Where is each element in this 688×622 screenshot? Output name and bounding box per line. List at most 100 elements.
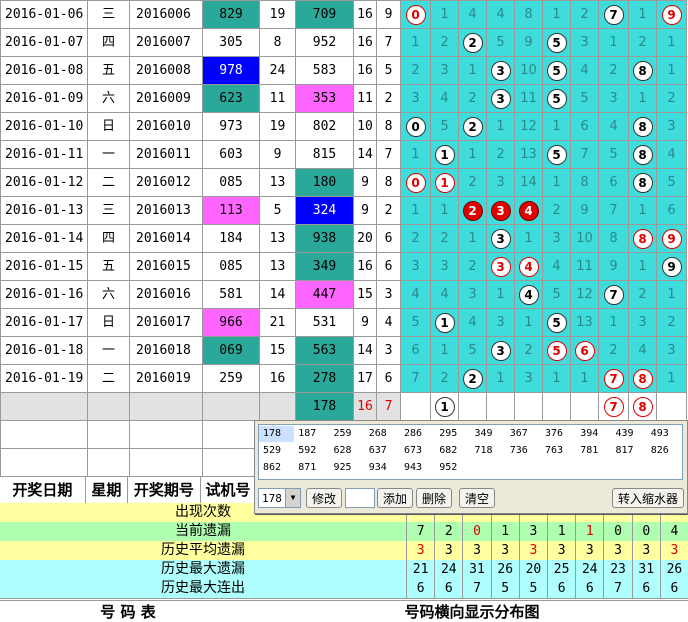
list-item[interactable]: 187 (294, 426, 329, 442)
list-item[interactable]: 862 (259, 460, 294, 476)
list-item[interactable]: 781 (576, 443, 611, 459)
list-item[interactable]: 763 (541, 443, 576, 459)
table-row[interactable]: 2016-01-11 一 2016011 603 9 815 14 7 1 1 1 2 13 5 7 5 8 4 (0, 140, 687, 169)
digit-cell-6: 6 (570, 112, 599, 141)
digit-cell-0: 5 (400, 308, 431, 337)
list-item[interactable]: 925 (330, 460, 365, 476)
table-row[interactable]: 2016-01-16 六 2016016 581 14 447 15 3 4 4 3 1 4 5 12 7 2 1 (0, 280, 687, 309)
table-row[interactable]: 2016-01-07 四 2016007 305 8 952 16 7 1 2 2 5 9 5 3 1 2 1 (0, 28, 687, 57)
table-row[interactable]: 2016-01-08 五 2016008 978 24 583 16 5 2 3 1 3 10 5 4 2 8 1 (0, 56, 687, 85)
row-test-sum: 21 (259, 308, 296, 337)
list-item[interactable]: 439 (612, 426, 647, 442)
row-weekday: 日 (87, 308, 130, 337)
table-row[interactable]: 2016-01-12 二 2016012 085 13 180 9 8 0 1 2 3 14 1 8 6 8 5 (0, 168, 687, 197)
list-item[interactable]: 826 (647, 443, 682, 459)
clear-button[interactable]: 清空 (459, 488, 495, 508)
stat-row: 历史平均遗漏 3 3 3 3 3 3 3 3 3 3 (0, 541, 688, 561)
list-item[interactable]: 349 (471, 426, 506, 442)
number-list[interactable]: 178 187 259 268 286 295 349 367 376 394 439 493 529 5… (258, 424, 683, 480)
table-row[interactable]: 2016-01-10 日 2016010 973 19 802 10 8 0 5 2 1 12 1 6 4 8 3 (0, 112, 687, 141)
list-item[interactable]: 394 (576, 426, 611, 442)
list-item[interactable]: 952 (435, 460, 470, 476)
row-test-sum: 11 (259, 84, 296, 113)
row-test-number: 973 (202, 112, 260, 141)
row-test-sum: 5 (259, 196, 296, 225)
digit-ball: 5 (546, 312, 567, 333)
blank-cell (129, 448, 203, 477)
list-item[interactable]: 286 (400, 426, 435, 442)
table-row[interactable]: 2016-01-09 六 2016009 623 11 353 11 2 3 4 2 3 11 5 5 3 1 2 (0, 84, 687, 113)
list-item[interactable]: 682 (435, 443, 470, 459)
table-row[interactable]: 2016-01-19 二 2016019 259 16 278 17 6 7 2 2 1 3 1 1 7 8 1 (0, 364, 687, 393)
digit-cell-8: 8 (628, 56, 657, 85)
list-item[interactable] (612, 460, 647, 476)
digit-cell-9: 4 (656, 140, 687, 169)
table-row[interactable]: 2016-01-06 三 2016006 829 19 709 16 9 0 1 4 4 8 1 2 7 1 9 (0, 0, 687, 29)
row-span: 9 (376, 0, 401, 29)
digit-cell-4: 8 (514, 0, 543, 29)
list-item[interactable]: 367 (506, 426, 541, 442)
stat-value: 0 (631, 522, 660, 541)
list-item[interactable] (576, 460, 611, 476)
row-date: 2016-01-17 (0, 308, 88, 337)
list-item[interactable]: 259 (330, 426, 365, 442)
list-item[interactable]: 871 (294, 460, 329, 476)
list-item[interactable]: 592 (294, 443, 329, 459)
digit-cell-0: 1 (400, 196, 431, 225)
list-item[interactable]: 493 (647, 426, 682, 442)
table-row[interactable]: 2016-01-13 三 2016013 113 5 324 9 2 1 1 2 3 4 2 9 7 1 6 (0, 196, 687, 225)
table-row[interactable]: 2016-01-18 一 2016018 069 15 563 14 3 6 1 5 3 2 5 6 2 4 3 (0, 336, 687, 365)
digit-cell-9: 3 (656, 336, 687, 365)
digit-cell-4: 1 (514, 308, 543, 337)
list-item[interactable]: 736 (506, 443, 541, 459)
list-item[interactable]: 934 (365, 460, 400, 476)
digit-ball: 7 (603, 284, 624, 305)
digit-cell-0: 1 (400, 140, 431, 169)
digit-cell-9: 1 (656, 280, 687, 309)
list-item[interactable]: 295 (435, 426, 470, 442)
list-item[interactable] (647, 460, 682, 476)
table-row[interactable]: 2016-01-15 五 2016015 085 13 349 16 6 3 3 2 3 4 4 11 9 1 9 (0, 252, 687, 281)
prediction-row[interactable]: 178 16 7 1 7 8 (0, 392, 687, 421)
stat-row: 历史最大遗漏 21 24 31 26 20 25 24 23 31 26 (0, 560, 688, 580)
digit-cell-8: 2 (628, 28, 657, 57)
digit-cell-3: 3 (486, 196, 515, 225)
table-row[interactable]: 2016-01-14 四 2016014 184 13 938 20 6 2 2 1 3 1 3 10 8 8 9 (0, 224, 687, 253)
digit-cell-6: 5 (570, 84, 599, 113)
list-item[interactable] (541, 460, 576, 476)
row-date: 2016-01-16 (0, 280, 88, 309)
list-item[interactable]: 628 (330, 443, 365, 459)
row-draw-number: 349 (295, 252, 354, 281)
digit-cell-7: 7 (598, 280, 629, 309)
row-issue: 2016014 (129, 224, 203, 253)
list-item[interactable]: 178 (259, 426, 295, 442)
row-span: 2 (376, 84, 401, 113)
list-item[interactable] (471, 460, 506, 476)
digit-cell-1: 1 (430, 336, 459, 365)
row-draw-number: 938 (295, 224, 354, 253)
list-item[interactable]: 817 (612, 443, 647, 459)
row-test-number: 829 (202, 0, 260, 29)
row-test-sum: 13 (259, 252, 296, 281)
digit-cell-0: 1 (400, 28, 431, 57)
digit-ball: 3 (490, 88, 511, 109)
modify-button[interactable]: 修改 (306, 488, 342, 508)
list-item[interactable]: 943 (400, 460, 435, 476)
number-input[interactable] (345, 488, 375, 508)
list-item[interactable]: 637 (365, 443, 400, 459)
list-item[interactable] (506, 460, 541, 476)
list-item[interactable]: 376 (541, 426, 576, 442)
list-item[interactable]: 718 (471, 443, 506, 459)
transfer-button[interactable]: 转入缩水器 (612, 488, 684, 508)
row-issue: 2016010 (129, 112, 203, 141)
list-item[interactable]: 529 (259, 443, 294, 459)
stat-value: 6 (434, 579, 462, 598)
popup-toolbar: 178 ▼ 修改 添加 删除 清空 转入缩水器 (258, 488, 684, 510)
delete-button[interactable]: 删除 (416, 488, 452, 508)
add-button[interactable]: 添加 (377, 488, 413, 508)
chevron-down-icon[interactable]: ▼ (285, 489, 300, 507)
list-item[interactable]: 673 (400, 443, 435, 459)
table-row[interactable]: 2016-01-17 日 2016017 966 21 531 9 4 5 1 4 3 1 5 13 1 3 2 (0, 308, 687, 337)
list-item[interactable]: 268 (365, 426, 400, 442)
number-combo[interactable]: 178 ▼ (258, 488, 301, 508)
